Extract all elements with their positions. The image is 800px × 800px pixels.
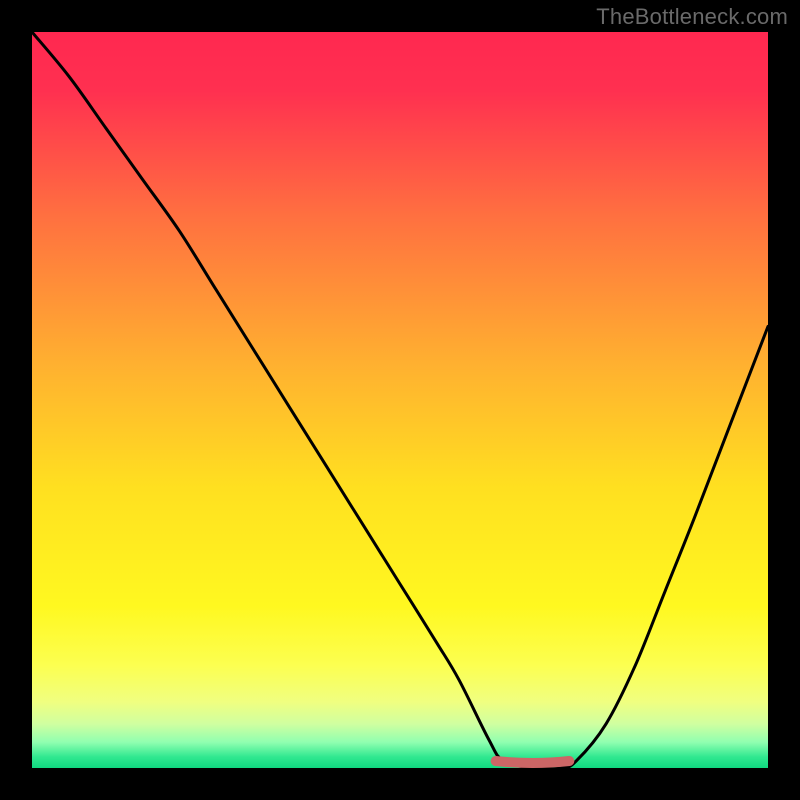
curve-path bbox=[32, 32, 768, 768]
chart-frame: TheBottleneck.com bbox=[0, 0, 800, 800]
optimal-marker bbox=[496, 761, 570, 763]
plot-area bbox=[32, 32, 768, 768]
bottleneck-curve bbox=[32, 32, 768, 768]
watermark-text: TheBottleneck.com bbox=[596, 4, 788, 30]
